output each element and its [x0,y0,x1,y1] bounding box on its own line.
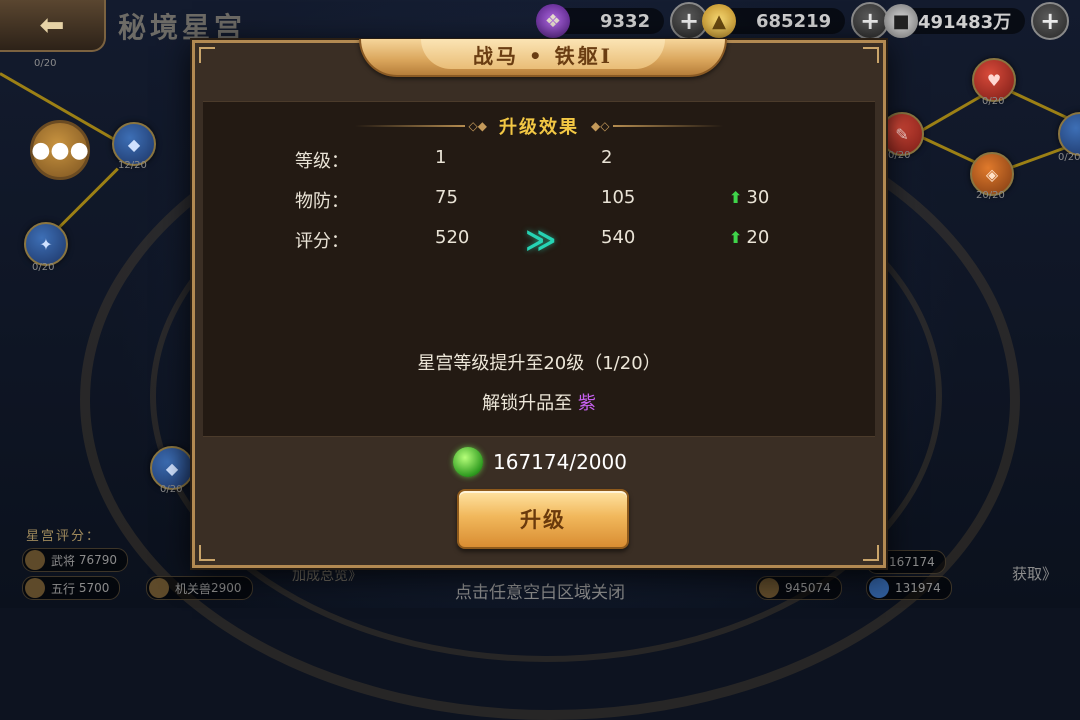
add-coins-button[interactable]: + [1031,2,1070,40]
effect-header: ◇◆ 升级效果 ◆◇ [195,113,883,139]
upgrade-button[interactable]: 升级 [457,489,629,549]
stat-increase: ⬆ 30 [729,187,769,208]
stat-label: 物防： [295,191,349,212]
upgrade-dialog: 战马 • 铁躯Ⅰ ◇◆ 升级效果 ◆◇ 等级： 1 2 物防： 75 105 ⬆… [192,39,886,568]
resource-gems: ❖ 9332 + [536,2,709,40]
score-panel-title: 星宫评分： [26,529,102,544]
star-node-count: 0/20 [1058,152,1080,163]
chat-bubble-icon: ●●● [31,137,89,163]
ornament-diamond-icon: ◆◇ [591,119,610,133]
back-button[interactable]: ⬅ [0,0,106,52]
purple-gem-icon: ❖ [536,4,570,38]
dialog-title: 战马 • 铁躯Ⅰ [421,39,665,69]
star-node-count: 0/20 [32,262,55,273]
ornament-diamond-icon: ◇◆ [468,119,487,133]
score-value: 76790 [78,553,118,567]
stat-current: 1 [435,147,447,168]
requirement-text: 星宫等级提升至20级（1/20） [417,353,661,374]
star-node-count: 0/20 [34,58,57,69]
stat-next: 2 [601,147,613,168]
up-arrow-icon: ⬆ [729,228,743,247]
stat-next: 105 [601,187,636,208]
star-node-count: 0/20 [160,484,183,495]
unlock-quality: 紫 [577,393,596,414]
ornament-line [613,125,724,127]
corner-ornament [199,47,215,63]
star-node-count: 20/20 [976,190,1005,201]
stat-next: 540 [601,227,636,248]
hero-icon [25,550,45,570]
unlock-prefix: 解锁升品至 [482,393,573,414]
stat-current: 520 [435,227,470,248]
star-node-count: 12/20 [118,160,147,171]
cost-value: 167174/2000 [493,450,627,474]
effect-title: 升级效果 [499,117,579,138]
resource-coins: ■ 491483万 + [884,2,1070,40]
green-gem-icon [453,447,483,477]
corner-ornament [199,545,215,561]
resource-gold: ▲ 685219 + [702,2,890,40]
up-arrow-icon: ⬆ [729,188,743,207]
close-hint[interactable]: 点击任意空白区域关闭 [0,578,1080,603]
stat-increase-value: 20 [746,227,770,248]
stat-label: 评分： [295,231,349,252]
score-chip: 武将 76790 [22,548,129,572]
stat-increase-value: 30 [746,187,770,208]
upgrade-cost: 167174/2000 [453,445,627,479]
star-node[interactable]: ✦ [24,222,68,266]
stat-increase: ⬆ 20 [729,227,769,248]
corner-ornament [863,47,879,63]
chat-button[interactable]: ●●● [30,120,90,180]
back-arrow-icon: ⬅ [39,7,65,43]
star-node-count: 0/20 [982,96,1005,107]
unlock-text: 解锁升品至 紫 [195,389,883,415]
score-value: 167174 [889,555,935,569]
stat-row-level: 等级： 1 2 [195,147,883,177]
star-node-count: 0/20 [888,150,911,161]
dialog-title-plate: 战马 • 铁躯Ⅰ [359,39,727,77]
stat-label: 等级： [295,151,349,172]
gold-ingot-icon: ▲ [702,4,736,38]
ornament-line [354,125,465,127]
stat-current: 75 [435,187,458,208]
stat-row-defense: 物防： 75 105 ⬆ 30 [195,187,883,217]
corner-ornament [863,545,879,561]
chevron-right-icon: ≫ [525,223,557,258]
coin-icon: ■ [884,4,918,38]
score-label: 武将 [51,553,76,568]
